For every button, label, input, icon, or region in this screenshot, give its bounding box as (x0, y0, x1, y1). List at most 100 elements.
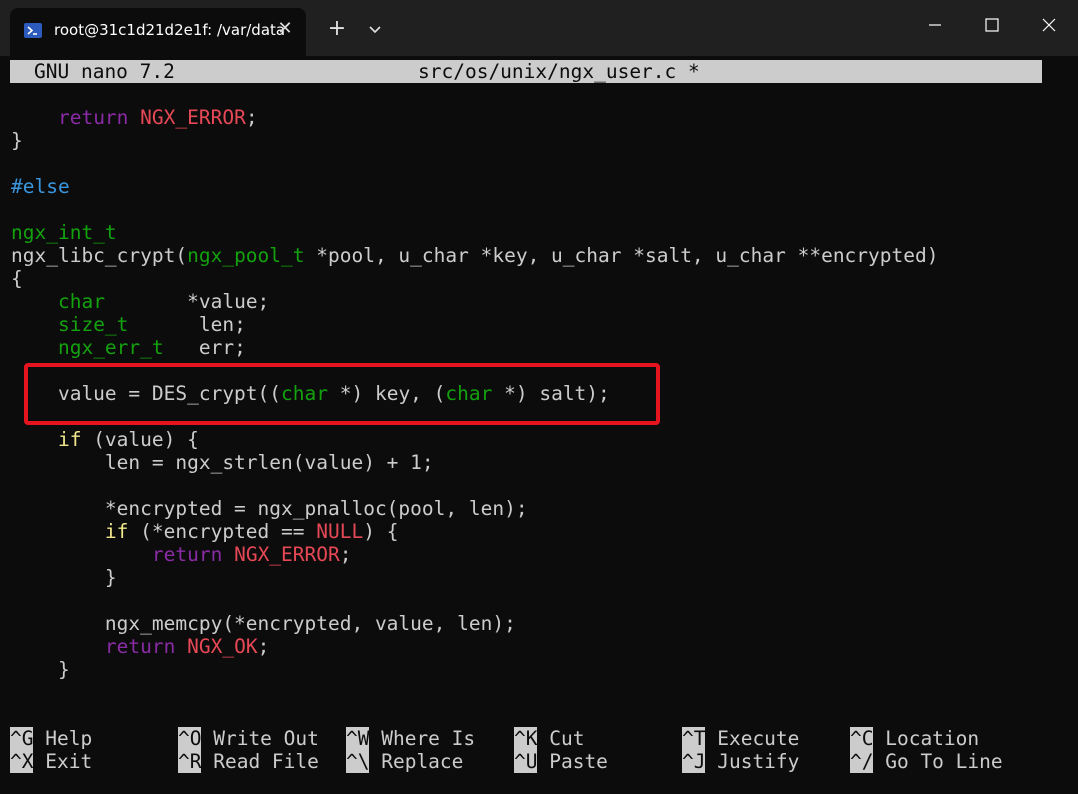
code-token: NULL (316, 520, 364, 543)
code-token: (*encrypted == (128, 520, 317, 543)
shortcut-key: ^T (682, 727, 706, 750)
tab-title: root@31c1d21d2e1f: /var/data (54, 21, 286, 39)
shortcut-justify[interactable]: ^J Justify (682, 750, 799, 773)
code-token: size_t (57, 313, 129, 336)
shortcut-where-is[interactable]: ^W Where Is (346, 727, 475, 750)
code-token: #else (11, 175, 70, 198)
shortcut-label: Write Out (201, 727, 319, 750)
shortcut-label: Execute (705, 727, 800, 750)
shortcut-help[interactable]: ^G Help (10, 727, 92, 750)
shortcut-label: Go To Line (873, 750, 1003, 773)
terminal-tab[interactable]: root@31c1d21d2e1f: /var/data ✕ (10, 8, 306, 56)
code-line: size_t len; (11, 313, 938, 336)
code-token: ngx_libc_crypt( (11, 244, 188, 267)
code-token: return (151, 543, 223, 566)
shortcut-read-file[interactable]: ^R Read File (178, 750, 319, 773)
shortcut-key: ^/ (850, 750, 874, 773)
code-token: *value; (104, 290, 270, 313)
shortcut-location[interactable]: ^C Location (850, 727, 979, 750)
code-token: } (11, 566, 117, 589)
code-line: if (*encrypted == NULL) { (11, 520, 938, 543)
terminal-area[interactable]: GNU nano 7.2 src/os/unix/ngx_user.c * re… (0, 56, 1078, 794)
code-line: ngx_libc_crypt(ngx_pool_t *pool, u_char … (11, 244, 938, 267)
code-line: char *value; (11, 290, 938, 313)
highlight-annotation-box (24, 363, 660, 425)
code-token: return (57, 106, 129, 129)
code-token: *pool, u_char *key, u_char *salt, u_char… (304, 244, 939, 267)
shortcut-go-to-line[interactable]: ^/ Go To Line (850, 750, 1003, 773)
chevron-down-icon[interactable] (364, 18, 386, 40)
maximize-button[interactable] (972, 10, 1012, 40)
code-token: len; (128, 313, 246, 336)
shortcut-key: ^\ (346, 750, 370, 773)
code-line: ngx_memcpy(*encrypted, value, len); (11, 612, 938, 635)
code-line: } (11, 658, 938, 681)
minimize-button[interactable] (915, 10, 955, 40)
code-token: NGX_OK (187, 635, 258, 658)
shortcut-cut[interactable]: ^K Cut (514, 727, 584, 750)
shortcut-key: ^C (850, 727, 874, 750)
code-line: { (11, 267, 938, 290)
code-line: len = ngx_strlen(value) + 1; (11, 451, 938, 474)
close-tab-icon[interactable]: ✕ (274, 18, 296, 40)
shortcut-label: Cut (537, 727, 585, 750)
code-token: ; (339, 543, 352, 566)
code-line: #else (11, 175, 938, 198)
code-token: NGX_ERROR (234, 543, 340, 566)
shortcut-key: ^W (346, 727, 370, 750)
nano-version: GNU nano 7.2 (34, 60, 175, 83)
shortcut-key: ^U (514, 750, 538, 773)
code-token: (value) { (81, 428, 199, 451)
shortcut-paste[interactable]: ^U Paste (514, 750, 608, 773)
code-token: return (104, 635, 176, 658)
new-tab-button[interactable]: + (324, 16, 350, 42)
code-token: if (104, 520, 129, 543)
shortcut-key: ^R (178, 750, 202, 773)
code-token: { (11, 267, 23, 290)
code-token: len = ngx_strlen(value) + 1; (11, 451, 434, 474)
nano-shortcut-bar: ^G Help ^X Exit ^O Write Out ^R Read File ^W… (0, 727, 1078, 777)
shortcut-write-out[interactable]: ^O Write Out (178, 727, 319, 750)
code-line: ngx_int_t (11, 221, 938, 244)
code-token: ; (257, 635, 270, 658)
shortcut-label: Read File (201, 750, 319, 773)
code-token: ngx_pool_t (187, 244, 305, 267)
file-name: src/os/unix/ngx_user.c * (418, 60, 700, 83)
code-token: ngx_err_t (57, 336, 164, 359)
shortcut-key: ^X (10, 750, 34, 773)
code-line: return NGX_OK; (11, 635, 938, 658)
code-token: char (57, 290, 105, 313)
close-window-button[interactable] (1029, 10, 1069, 40)
shortcut-label: Exit (33, 750, 93, 773)
window-titlebar: root@31c1d21d2e1f: /var/data ✕ + (0, 0, 1078, 56)
shortcut-key: ^O (178, 727, 202, 750)
shortcut-label: Replace (369, 750, 464, 773)
shortcut-exit[interactable]: ^X Exit (10, 750, 92, 773)
shortcut-replace[interactable]: ^\ Replace (346, 750, 463, 773)
shortcut-key: ^K (514, 727, 538, 750)
terminal-icon (24, 23, 42, 38)
code-token: ) { (363, 520, 399, 543)
shortcut-label: Location (873, 727, 980, 750)
shortcut-label: Paste (537, 750, 608, 773)
shortcut-label: Help (33, 727, 93, 750)
code-token: } (11, 658, 70, 681)
code-token: } (11, 129, 23, 152)
code-line: } (11, 566, 938, 589)
code-token: err; (163, 336, 246, 359)
code-token: *encrypted = ngx_pnalloc(pool, len); (11, 497, 528, 520)
code-token: ngx_int_t (11, 221, 117, 244)
shortcut-execute[interactable]: ^T Execute (682, 727, 799, 750)
code-line: ngx_err_t err; (11, 336, 938, 359)
